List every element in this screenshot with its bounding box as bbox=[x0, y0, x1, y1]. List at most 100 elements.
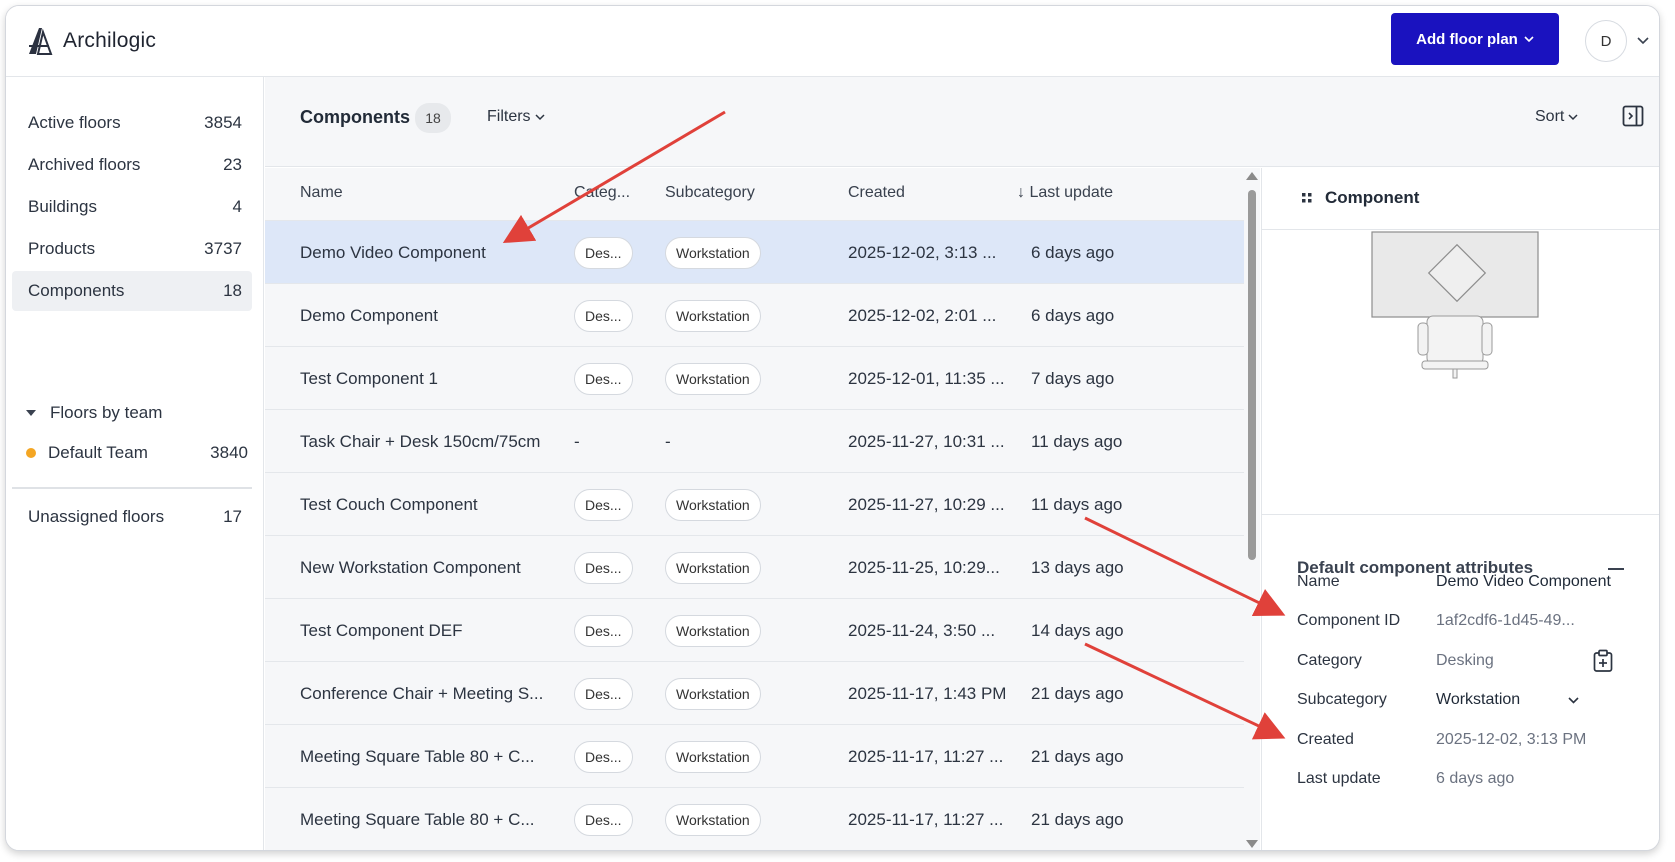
cell-name: Test Component DEF bbox=[300, 599, 570, 662]
sort-button[interactable]: Sort bbox=[1535, 108, 1578, 126]
created-value: 2025-11-17, 11:27 ... bbox=[848, 809, 1004, 829]
floors-by-team-toggle[interactable]: Floors by team bbox=[26, 403, 162, 423]
cell-last-update: 14 days ago bbox=[1031, 599, 1181, 662]
app-logo[interactable]: Archilogic bbox=[25, 26, 156, 56]
table-row[interactable]: Task Chair + Desk 150cm/75cm - - 2025-11-27… bbox=[265, 409, 1247, 472]
component-name: Task Chair + Desk 150cm/75cm bbox=[300, 431, 541, 451]
attribute-label: Subcategory bbox=[1297, 691, 1387, 708]
components-toolbar: Components 18 Filters Sort bbox=[265, 77, 1659, 167]
cell-created: 2025-11-25, 10:29... bbox=[848, 536, 1018, 599]
last-update-value: 11 days ago bbox=[1031, 431, 1123, 451]
category-pill: Des... bbox=[574, 551, 633, 584]
column-header-created[interactable]: Created bbox=[848, 184, 905, 202]
attribute-label: Category bbox=[1297, 652, 1362, 669]
add-floor-plan-button[interactable]: Add floor plan bbox=[1391, 13, 1559, 65]
cell-subcategory: Workstation bbox=[665, 284, 840, 347]
component-preview bbox=[1262, 230, 1659, 515]
cell-subcategory: Workstation bbox=[665, 221, 840, 284]
chevron-down-icon bbox=[1568, 113, 1578, 120]
cell-category: Des... bbox=[574, 788, 659, 850]
cell-name: Meeting Square Table 80 + C... bbox=[300, 725, 570, 788]
cell-last-update: 21 days ago bbox=[1031, 662, 1181, 725]
sidebar-item-components[interactable]: Components 18 bbox=[12, 271, 252, 311]
attribute-name: Name Demo Video Component bbox=[1297, 570, 1637, 594]
component-name: Test Couch Component bbox=[300, 494, 478, 514]
table-row[interactable]: Demo Component Des... Workstation 2025-12-0… bbox=[265, 283, 1247, 346]
app-window: Archilogic Add floor plan D Active floor… bbox=[5, 5, 1660, 851]
table-row[interactable]: Meeting Square Table 80 + C... Des... Work… bbox=[265, 787, 1247, 850]
attribute-created: Created 2025-12-02, 3:13 PM bbox=[1297, 728, 1637, 752]
sidebar-item-buildings[interactable]: Buildings 4 bbox=[12, 187, 252, 227]
attribute-component-id: Component ID 1af2cdf6-1d45-49... bbox=[1297, 609, 1637, 633]
cell-name: Demo Video Component bbox=[300, 221, 570, 284]
subcategory-pill: Workstation bbox=[665, 803, 761, 836]
cell-last-update: 6 days ago bbox=[1031, 284, 1181, 347]
category-pill: Des... bbox=[574, 740, 633, 773]
user-avatar[interactable]: D bbox=[1585, 20, 1627, 62]
table-row[interactable]: Meeting Square Table 80 + C... Des... Work… bbox=[265, 724, 1247, 787]
components-table: Name Categ... Subcategory Created ↓ Last… bbox=[265, 168, 1247, 850]
table-row[interactable]: Test Component 1 Des... Workstation 2025-12… bbox=[265, 346, 1247, 409]
sidebar-item-label: Archived floors bbox=[28, 155, 141, 174]
attribute-label: Name bbox=[1297, 573, 1340, 590]
panel-header: Component bbox=[1262, 168, 1659, 230]
subcategory-select[interactable]: Workstation bbox=[1436, 691, 1579, 709]
column-header-last-update[interactable]: ↓ Last update bbox=[1017, 184, 1113, 202]
chevron-down-icon bbox=[1568, 696, 1579, 704]
sidebar-item-unassigned-floors[interactable]: Unassigned floors 17 bbox=[12, 497, 252, 537]
scroll-up-arrow-icon[interactable] bbox=[1246, 172, 1258, 180]
sidebar-item-active-floors[interactable]: Active floors 3854 bbox=[12, 103, 252, 143]
table-row[interactable]: Test Couch Component Des... Workstation 202… bbox=[265, 472, 1247, 535]
attribute-value[interactable]: Demo Video Component bbox=[1436, 573, 1611, 591]
sidebar-item-archived-floors[interactable]: Archived floors 23 bbox=[12, 145, 252, 185]
component-name: Demo Video Component bbox=[300, 242, 486, 262]
column-header-label: Last update bbox=[1029, 184, 1114, 201]
cell-last-update: 13 days ago bbox=[1031, 536, 1181, 599]
cell-category: Des... bbox=[574, 599, 659, 662]
sidebar-item-products[interactable]: Products 3737 bbox=[12, 229, 252, 269]
component-name: Meeting Square Table 80 + C... bbox=[300, 746, 535, 766]
scroll-down-arrow-icon[interactable] bbox=[1246, 840, 1258, 848]
table-row[interactable]: Demo Video Component Des... Workstation 202… bbox=[265, 220, 1247, 283]
component-name: Demo Component bbox=[300, 305, 438, 325]
cell-name: New Workstation Component bbox=[300, 536, 570, 599]
created-value: 2025-12-02, 3:13 ... bbox=[848, 242, 997, 262]
cell-category: Des... bbox=[574, 662, 659, 725]
category-pill: Des... bbox=[574, 803, 633, 836]
toggle-side-panel-icon[interactable] bbox=[1622, 105, 1644, 127]
table-scrollbar[interactable] bbox=[1244, 168, 1260, 850]
category-pill: Des... bbox=[574, 677, 633, 710]
cell-name: Task Chair + Desk 150cm/75cm bbox=[300, 410, 570, 473]
filters-button[interactable]: Filters bbox=[487, 108, 545, 126]
created-value: 2025-11-25, 10:29... bbox=[848, 557, 1000, 577]
sidebar-item-default-team[interactable]: Default Team 3840 bbox=[26, 443, 248, 463]
scrollbar-thumb[interactable] bbox=[1248, 190, 1256, 560]
column-header-subcategory[interactable]: Subcategory bbox=[665, 184, 755, 202]
last-update-value: 7 days ago bbox=[1031, 368, 1115, 388]
subcategory-pill: Workstation bbox=[665, 740, 761, 773]
account-menu-chevron-icon[interactable] bbox=[1637, 37, 1649, 45]
created-value: 2025-11-27, 10:29 ... bbox=[848, 494, 1005, 514]
table-row[interactable]: Conference Chair + Meeting S... Des... Wor… bbox=[265, 661, 1247, 724]
cell-name: Conference Chair + Meeting S... bbox=[300, 662, 570, 725]
component-name: Test Component DEF bbox=[300, 620, 463, 640]
cell-subcategory: Workstation bbox=[665, 662, 840, 725]
created-value: 2025-11-17, 11:27 ... bbox=[848, 746, 1004, 766]
cell-subcategory: Workstation bbox=[665, 599, 840, 662]
cell-last-update: 21 days ago bbox=[1031, 788, 1181, 850]
category-pill: Des... bbox=[574, 488, 633, 521]
cell-category: Des... bbox=[574, 347, 659, 410]
cell-created: 2025-12-02, 3:13 ... bbox=[848, 221, 1018, 284]
sidebar-item-label: Active floors bbox=[28, 113, 121, 132]
top-header: Archilogic Add floor plan D bbox=[6, 6, 1659, 77]
filters-label: Filters bbox=[487, 108, 531, 125]
category-pill: Des... bbox=[574, 299, 633, 332]
cell-last-update: 11 days ago bbox=[1031, 410, 1181, 473]
table-row[interactable]: Test Component DEF Des... Workstation 2025-… bbox=[265, 598, 1247, 661]
cell-last-update: 11 days ago bbox=[1031, 473, 1181, 536]
created-value: 2025-12-01, 11:35 ... bbox=[848, 368, 1005, 388]
column-header-name[interactable]: Name bbox=[300, 184, 343, 202]
column-header-category[interactable]: Categ... bbox=[574, 184, 630, 202]
last-update-value: 6 days ago bbox=[1031, 242, 1115, 262]
table-row[interactable]: New Workstation Component Des... Workstati… bbox=[265, 535, 1247, 598]
